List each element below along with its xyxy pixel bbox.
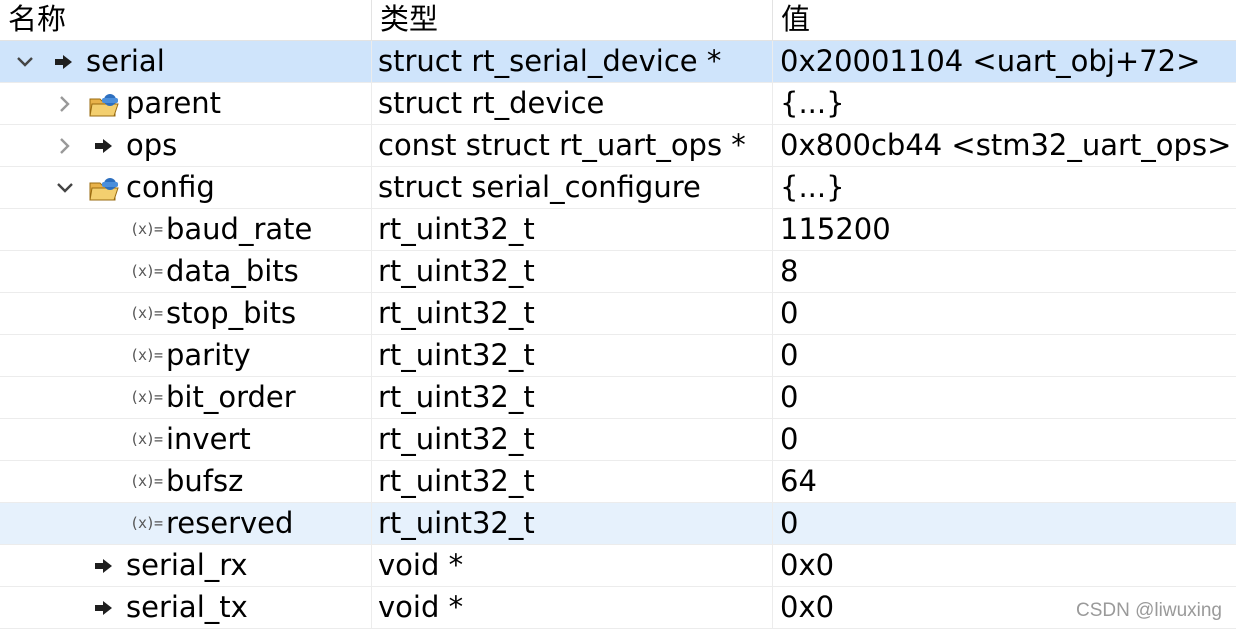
variable-name: serial_tx xyxy=(126,590,248,624)
type-cell: struct rt_device xyxy=(372,83,773,124)
variable-icon: (x)= xyxy=(129,514,163,532)
type-cell: rt_uint32_t xyxy=(372,293,773,334)
table-row[interactable]: serial struct rt_serial_device * 0x20001… xyxy=(0,41,1236,83)
table-row[interactable]: serial_rx void * 0x0 xyxy=(0,545,1236,587)
name-cell: (x)= stop_bits xyxy=(0,293,372,334)
name-cell: (x)= data_bits xyxy=(0,251,372,292)
value-cell[interactable]: 115200 xyxy=(773,209,1236,250)
value-cell[interactable]: 0x800cb44 <stm32_uart_ops> xyxy=(773,125,1236,166)
table-row[interactable]: parent struct rt_device {...} xyxy=(0,83,1236,125)
variable-icon: (x)= xyxy=(129,388,163,406)
variable-icon: (x)= xyxy=(129,262,163,280)
table-row[interactable]: (x)= parity rt_uint32_t 0 xyxy=(0,335,1236,377)
variable-name: config xyxy=(126,170,215,204)
table-row[interactable]: serial_tx void * 0x0 xyxy=(0,587,1236,629)
name-cell: config xyxy=(0,167,372,208)
value-cell[interactable]: 0 xyxy=(773,377,1236,418)
variable-icon: (x)= xyxy=(129,346,163,364)
table-row[interactable]: (x)= bit_order rt_uint32_t 0 xyxy=(0,377,1236,419)
value-cell[interactable]: {...} xyxy=(773,83,1236,124)
chevron-right-icon[interactable] xyxy=(53,83,77,124)
name-cell: serial_tx xyxy=(0,587,372,628)
struct-folder-icon xyxy=(89,83,121,124)
type-cell: rt_uint32_t xyxy=(372,377,773,418)
variable-icon: (x)= xyxy=(129,220,163,238)
type-cell: rt_uint32_t xyxy=(372,461,773,502)
chevron-right-icon[interactable] xyxy=(53,125,77,166)
variable-icon: (x)= xyxy=(129,304,163,322)
variable-name: serial xyxy=(86,44,165,78)
table-row[interactable]: ops const struct rt_uart_ops * 0x800cb44… xyxy=(0,125,1236,167)
type-cell: rt_uint32_t xyxy=(372,503,773,544)
type-cell: rt_uint32_t xyxy=(372,335,773,376)
table-row[interactable]: config struct serial_configure {...} xyxy=(0,167,1236,209)
struct-folder-icon xyxy=(89,167,121,208)
pointer-arrow-icon xyxy=(88,545,120,586)
variable-name: serial_rx xyxy=(126,548,248,582)
type-cell: rt_uint32_t xyxy=(372,419,773,460)
type-cell: struct serial_configure xyxy=(372,167,773,208)
table-row[interactable]: (x)= reserved rt_uint32_t 0 xyxy=(0,503,1236,545)
value-cell[interactable]: 0x20001104 <uart_obj+72> xyxy=(773,41,1236,82)
chevron-down-icon[interactable] xyxy=(53,167,77,208)
value-cell[interactable]: 0 xyxy=(773,335,1236,376)
type-cell: const struct rt_uart_ops * xyxy=(372,125,773,166)
variable-icon: (x)= xyxy=(129,472,163,490)
name-cell: (x)= parity xyxy=(0,335,372,376)
variable-name: ops xyxy=(126,128,178,162)
type-cell: void * xyxy=(372,587,773,628)
value-cell[interactable]: 0 xyxy=(773,293,1236,334)
table-row[interactable]: (x)= baud_rate rt_uint32_t 115200 xyxy=(0,209,1236,251)
pointer-arrow-icon xyxy=(88,125,120,166)
type-cell: rt_uint32_t xyxy=(372,251,773,292)
name-cell: serial_rx xyxy=(0,545,372,586)
value-cell[interactable]: 8 xyxy=(773,251,1236,292)
variable-name: invert xyxy=(166,422,251,456)
variables-table: 名称 类型 值 serial struct rt_serial_device *… xyxy=(0,0,1236,629)
table-row[interactable]: (x)= invert rt_uint32_t 0 xyxy=(0,419,1236,461)
table-header: 名称 类型 值 xyxy=(0,0,1236,41)
table-row[interactable]: (x)= stop_bits rt_uint32_t 0 xyxy=(0,293,1236,335)
variable-name: reserved xyxy=(166,506,294,540)
value-cell[interactable]: {...} xyxy=(773,167,1236,208)
variable-name: bit_order xyxy=(166,380,296,414)
column-header-value[interactable]: 值 xyxy=(773,0,1236,40)
name-cell: ops xyxy=(0,125,372,166)
value-cell[interactable]: 0 xyxy=(773,503,1236,544)
name-cell: (x)= bit_order xyxy=(0,377,372,418)
name-cell: (x)= baud_rate xyxy=(0,209,372,250)
variable-name: parity xyxy=(166,338,251,372)
value-cell[interactable]: 0x0 xyxy=(773,545,1236,586)
pointer-arrow-icon xyxy=(88,587,120,628)
variable-name: stop_bits xyxy=(166,296,297,330)
variable-name: parent xyxy=(126,86,222,120)
name-cell: (x)= invert xyxy=(0,419,372,460)
column-header-name[interactable]: 名称 xyxy=(0,0,372,40)
chevron-down-icon[interactable] xyxy=(13,41,37,82)
name-cell: (x)= bufsz xyxy=(0,461,372,502)
type-cell: void * xyxy=(372,545,773,586)
watermark: CSDN @liwuxing xyxy=(1076,600,1222,621)
name-cell: parent xyxy=(0,83,372,124)
name-cell: serial xyxy=(0,41,372,82)
table-row[interactable]: (x)= bufsz rt_uint32_t 64 xyxy=(0,461,1236,503)
table-row[interactable]: (x)= data_bits rt_uint32_t 8 xyxy=(0,251,1236,293)
variable-name: baud_rate xyxy=(166,212,313,246)
variable-name: bufsz xyxy=(166,464,244,498)
value-cell[interactable]: 64 xyxy=(773,461,1236,502)
type-cell: struct rt_serial_device * xyxy=(372,41,773,82)
pointer-arrow-icon xyxy=(48,41,80,82)
type-cell: rt_uint32_t xyxy=(372,209,773,250)
variable-name: data_bits xyxy=(166,254,299,288)
value-cell[interactable]: 0 xyxy=(773,419,1236,460)
column-header-type[interactable]: 类型 xyxy=(372,0,773,40)
variable-icon: (x)= xyxy=(129,430,163,448)
name-cell: (x)= reserved xyxy=(0,503,372,544)
